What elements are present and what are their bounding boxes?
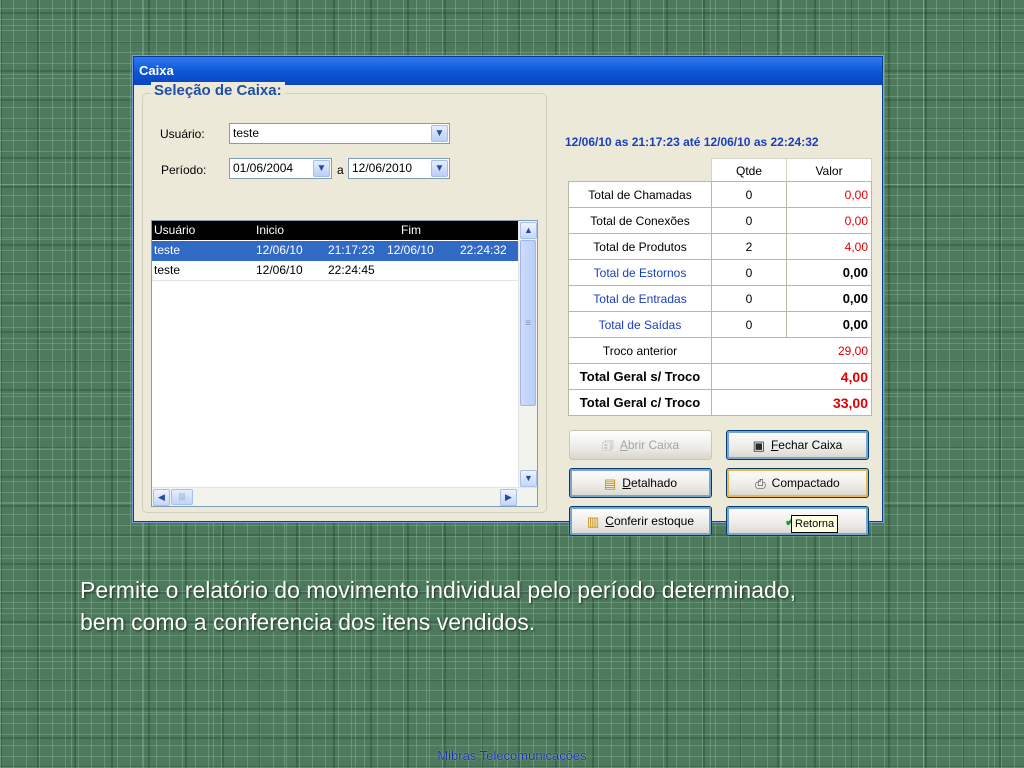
- chevron-down-icon[interactable]: ▼: [313, 160, 330, 177]
- cash-register-icon: 🗊: [601, 437, 614, 453]
- conferir-estoque-label: onferir estoque: [613, 514, 695, 528]
- chevron-down-icon[interactable]: ▼: [431, 125, 448, 142]
- scroll-down-icon[interactable]: ▼: [520, 470, 537, 487]
- total-entradas-qtde: 0: [711, 285, 787, 312]
- total-saidas-label[interactable]: Total de Saídas: [568, 311, 712, 338]
- troco-anterior-label: Troco anterior: [568, 337, 712, 364]
- cash-register-icon: ▣: [752, 437, 765, 453]
- cell-inicio-data: 12/06/10: [256, 263, 303, 277]
- table-row[interactable]: teste 12/06/10 21:17:23 12/06/10 22:24:3…: [152, 241, 519, 261]
- col-fim[interactable]: Fim: [401, 221, 421, 240]
- cell-inicio-hora: 21:17:23: [328, 243, 375, 257]
- total-chamadas-label: Total de Chamadas: [568, 181, 712, 208]
- fechar-caixa-button[interactable]: ▣ Fechar Caixa: [726, 430, 869, 460]
- cell-inicio-data: 12/06/10: [256, 243, 303, 257]
- total-saidas-valor: 0,00: [786, 311, 872, 338]
- total-geral-com-troco-valor: 33,00: [711, 389, 872, 416]
- detalhado-button[interactable]: ▤ Detalhado: [569, 468, 712, 498]
- total-chamadas-valor: 0,00: [786, 181, 872, 208]
- abrir-caixa-key: A: [619, 438, 628, 452]
- total-geral-sem-troco-label: Total Geral s/ Troco: [568, 363, 712, 390]
- scroll-left-icon[interactable]: ◀: [153, 489, 170, 506]
- compactado-button[interactable]: ⎙ Compactado: [726, 468, 869, 498]
- usuario-select-value: teste: [233, 126, 260, 140]
- period-text: 12/06/10 as 21:17:23 até 12/06/10 as 22:…: [565, 135, 819, 149]
- periodo-label: Período:: [161, 163, 207, 177]
- col-inicio[interactable]: Inicio: [256, 221, 284, 240]
- usuario-select[interactable]: teste ▼: [229, 123, 450, 144]
- total-estornos-qtde: 0: [711, 259, 787, 286]
- total-saidas-qtde: 0: [711, 311, 787, 338]
- horizontal-scrollbar[interactable]: ◀ ||| ▶: [152, 487, 537, 506]
- inventory-icon: ▥: [586, 513, 600, 529]
- chevron-down-icon[interactable]: ▼: [431, 160, 448, 177]
- cell-fim-hora: 22:24:32: [460, 243, 507, 257]
- printer-icon: ⎙: [755, 475, 766, 491]
- cell-fim-data: 12/06/10: [387, 243, 434, 257]
- total-entradas-valor: 0,00: [786, 285, 872, 312]
- caption-line-2: bem como a conferencia dos itens vendido…: [80, 609, 536, 635]
- col-valor-header: Valor: [786, 158, 872, 182]
- total-produtos-valor: 4,00: [786, 233, 872, 260]
- scroll-right-icon[interactable]: ▶: [500, 489, 517, 506]
- compactado-label: Compactado: [771, 476, 840, 490]
- date-separator: a: [337, 163, 344, 177]
- abrir-caixa-button[interactable]: 🗊 Abrir Caixa: [569, 430, 712, 460]
- retorna-tooltip: Retorna: [791, 515, 839, 533]
- vertical-scrollbar[interactable]: ▲ ≡ ▼: [518, 221, 537, 488]
- total-produtos-qtde: 2: [711, 233, 787, 260]
- total-conexoes-valor: 0,00: [786, 207, 872, 234]
- total-conexoes-label: Total de Conexões: [568, 207, 712, 234]
- date-from-picker[interactable]: 01/06/2004 ▼: [229, 158, 332, 179]
- caption-line-1: Permite o relatório do movimento individ…: [80, 577, 796, 603]
- total-entradas-label[interactable]: Total de Entradas: [568, 285, 712, 312]
- slide-caption: Permite o relatório do movimento individ…: [80, 574, 990, 638]
- group-title: Seleção de Caixa:: [151, 82, 285, 99]
- cell-inicio-hora: 22:24:45: [328, 263, 375, 277]
- date-to-picker[interactable]: 12/06/2010 ▼: [348, 158, 450, 179]
- detalhado-key: D: [622, 476, 631, 490]
- caixa-grid[interactable]: Usuário Inicio Fim teste 12/06/10 21:17:…: [151, 220, 538, 507]
- cell-usuario: teste: [154, 243, 181, 257]
- selecao-caixa-group: Seleção de Caixa: Usuário: teste ▼ Perío…: [142, 82, 547, 513]
- caixa-window: Caixa Seleção de Caixa: Usuário: teste ▼…: [133, 56, 883, 536]
- date-to-value: 12/06/2010: [352, 161, 413, 175]
- scroll-thumb[interactable]: ≡: [520, 240, 536, 406]
- fechar-caixa-label: echar Caixa: [778, 438, 843, 452]
- col-usuario[interactable]: Usuário: [154, 221, 195, 240]
- scroll-thumb[interactable]: |||: [171, 489, 193, 505]
- window-title: Caixa: [134, 57, 882, 85]
- printer-icon: ▤: [603, 475, 617, 491]
- abrir-caixa-label: brir Caixa: [627, 438, 680, 452]
- conferir-estoque-key: C: [605, 514, 614, 528]
- total-chamadas-qtde: 0: [711, 181, 787, 208]
- scroll-up-icon[interactable]: ▲: [520, 222, 537, 239]
- total-estornos-valor: 0,00: [786, 259, 872, 286]
- total-produtos-label: Total de Produtos: [568, 233, 712, 260]
- total-geral-sem-troco-valor: 4,00: [711, 363, 872, 390]
- usuario-label: Usuário:: [160, 127, 205, 141]
- grid-header: Usuário Inicio Fim: [152, 221, 519, 240]
- date-from-value: 01/06/2004: [233, 161, 294, 175]
- total-estornos-label[interactable]: Total de Estornos: [568, 259, 712, 286]
- troco-anterior-valor: 29,00: [711, 337, 872, 364]
- table-row[interactable]: teste 12/06/10 22:24:45: [152, 261, 519, 281]
- conferir-estoque-button[interactable]: ▥ Conferir estoque: [569, 506, 712, 536]
- footer-text: Mibras Telecomunicações: [437, 748, 587, 763]
- detalhado-label: etalhado: [630, 476, 677, 490]
- total-conexoes-qtde: 0: [711, 207, 787, 234]
- total-geral-com-troco-label: Total Geral c/ Troco: [568, 389, 712, 416]
- cell-usuario: teste: [154, 263, 181, 277]
- col-qtde-header: Qtde: [711, 158, 787, 182]
